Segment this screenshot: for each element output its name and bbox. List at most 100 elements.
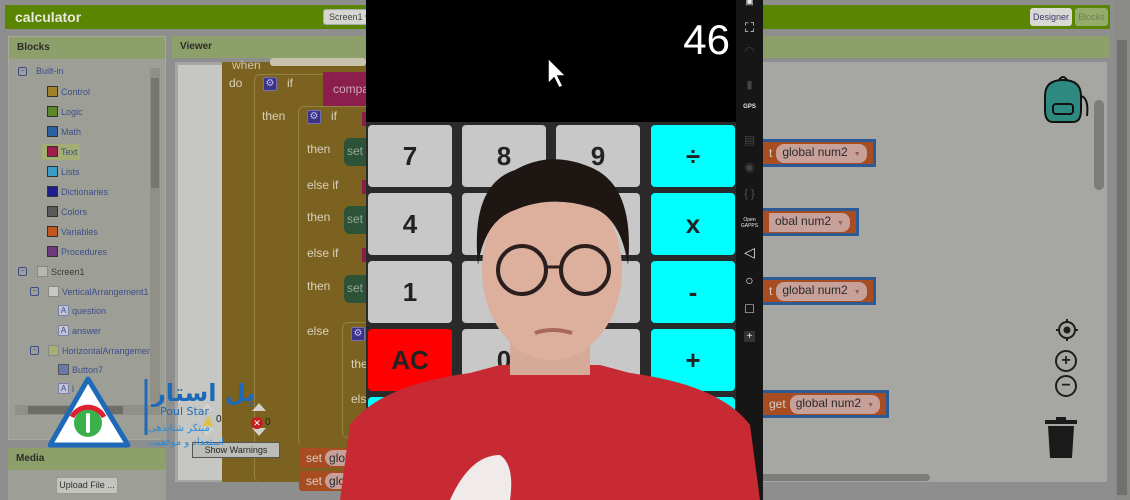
category-label: Dictionaries bbox=[61, 186, 109, 197]
tree-builtin[interactable]: − Built-in bbox=[18, 66, 64, 76]
compare-block[interactable]: compa bbox=[323, 72, 368, 106]
tree-vertical-scroll-thumb[interactable] bbox=[151, 78, 159, 188]
label-icon: A bbox=[58, 325, 69, 336]
get-variable-block[interactable]: t global num2 ▼ bbox=[760, 139, 876, 167]
tree-builtin-label: Built-in bbox=[36, 66, 64, 76]
signal-icon[interactable]: ◠ bbox=[736, 44, 763, 58]
category-color-swatch bbox=[47, 106, 58, 117]
tree-item-answer[interactable]: A answer bbox=[58, 325, 101, 336]
collapse-icon[interactable]: − bbox=[18, 267, 27, 276]
variable-dropdown[interactable]: global num2 ▼ bbox=[789, 394, 881, 414]
set-keyword: set bbox=[306, 474, 323, 488]
category-lists[interactable]: Lists bbox=[47, 166, 80, 177]
sim-icon[interactable]: ▮ bbox=[736, 78, 763, 91]
category-text[interactable]: Text bbox=[47, 146, 78, 157]
category-color-swatch bbox=[47, 206, 58, 217]
horizontal-arrangement-icon bbox=[48, 345, 59, 356]
mouse-cursor-icon bbox=[547, 56, 568, 90]
zoom-in-icon[interactable]: + bbox=[1055, 350, 1077, 372]
workspace-horizontal-scrollbar[interactable] bbox=[760, 474, 930, 481]
then-keyword: then bbox=[307, 279, 331, 293]
tree-screen1-label: Screen1 bbox=[51, 266, 85, 277]
category-color-swatch bbox=[47, 126, 58, 137]
dropdown-caret-icon: ▼ bbox=[853, 150, 861, 158]
zoom-out-icon[interactable]: − bbox=[1055, 375, 1077, 397]
category-label: Math bbox=[61, 126, 82, 137]
channel-logo: پل استار Poul Star مبتکر شتابدهی استعداد… bbox=[48, 376, 255, 448]
blocks-panel-title: Blocks bbox=[9, 37, 165, 59]
category-math[interactable]: Math bbox=[47, 126, 81, 137]
variable-dropdown[interactable]: obal num2 ▼ bbox=[769, 212, 850, 232]
tree-screen1[interactable]: − Screen1 bbox=[18, 266, 85, 277]
media-icon[interactable]: ▤ bbox=[736, 133, 763, 147]
then-keyword: then bbox=[262, 109, 286, 123]
when-keyword: when bbox=[232, 58, 261, 72]
id-icon[interactable]: ▣ bbox=[736, 0, 763, 7]
if-keyword: if bbox=[331, 109, 337, 123]
get-keyword: t bbox=[769, 284, 773, 298]
tree-item-label: answer bbox=[72, 325, 102, 336]
display-value: 46 bbox=[683, 16, 730, 63]
else-if-keyword: else if bbox=[307, 178, 339, 192]
tree-item-label: question bbox=[72, 305, 107, 316]
category-dictionaries[interactable]: Dictionaries bbox=[47, 186, 108, 197]
dropdown-caret-icon: ▼ bbox=[853, 288, 861, 296]
mutator-gear-icon[interactable]: ⚙ bbox=[307, 110, 321, 124]
screen-icon bbox=[37, 266, 48, 277]
recenter-icon[interactable] bbox=[1055, 318, 1079, 342]
category-label: Lists bbox=[61, 166, 80, 177]
variable-dropdown[interactable]: global num2 ▼ bbox=[776, 143, 867, 163]
category-procedures[interactable]: Procedures bbox=[47, 246, 107, 257]
button-icon bbox=[58, 364, 69, 375]
app-title: calculator bbox=[15, 9, 82, 25]
dropdown-caret-icon: ▼ bbox=[867, 401, 875, 409]
collapse-icon[interactable]: − bbox=[30, 287, 39, 296]
calculator-display: 46 bbox=[366, 0, 736, 122]
logo-title-fa: پل استار bbox=[151, 379, 255, 407]
category-label: Procedures bbox=[61, 246, 108, 257]
mutator-gear-icon[interactable]: ⚙ bbox=[263, 77, 277, 91]
tree-item-question[interactable]: A question bbox=[58, 305, 106, 316]
gps-icon[interactable]: GPS bbox=[736, 104, 763, 110]
designer-button[interactable]: Designer bbox=[1030, 8, 1072, 26]
trash-icon[interactable] bbox=[1044, 416, 1078, 460]
fullscreen-icon[interactable]: ⛶ bbox=[736, 20, 763, 36]
page-scroll-thumb[interactable] bbox=[1117, 40, 1127, 495]
category-label: Logic bbox=[61, 106, 83, 117]
get-variable-block[interactable]: obal num2 ▼ bbox=[760, 208, 859, 236]
category-logic[interactable]: Logic bbox=[47, 106, 83, 117]
logo-tagline-1: مبتکر شتابدهی bbox=[148, 423, 210, 434]
tree-item-button7[interactable]: Button7 bbox=[58, 364, 103, 375]
get-keyword: get bbox=[769, 397, 786, 411]
get-variable-block[interactable]: t global num2 ▼ bbox=[760, 277, 876, 305]
set-keyword: set bbox=[306, 451, 323, 465]
get-variable-block[interactable]: get global num2 ▼ bbox=[760, 390, 890, 418]
dropdown-caret-icon: ▼ bbox=[837, 219, 844, 227]
category-control[interactable]: Control bbox=[47, 86, 90, 97]
get-keyword: t bbox=[769, 146, 773, 160]
tree-horizontal-label: HorizontalArrangemen bbox=[62, 345, 153, 356]
collapse-icon[interactable]: − bbox=[18, 66, 27, 76]
do-keyword: do bbox=[229, 76, 243, 90]
category-label: Colors bbox=[61, 206, 88, 217]
if-keyword: if bbox=[287, 76, 293, 90]
else-keyword: else bbox=[307, 324, 330, 338]
blocks-button[interactable]: Blocks bbox=[1075, 8, 1108, 26]
logo-tagline-2: استعداد و موفقیت bbox=[148, 437, 224, 448]
category-color-swatch bbox=[47, 226, 58, 237]
category-colors[interactable]: Colors bbox=[47, 206, 87, 217]
collapse-icon[interactable]: − bbox=[30, 346, 39, 355]
component-dropdown[interactable] bbox=[270, 58, 366, 66]
tree-horizontal-arrangement[interactable]: − HorizontalArrangemen bbox=[30, 345, 152, 356]
category-color-swatch bbox=[47, 166, 58, 177]
category-label: Variables bbox=[61, 226, 98, 237]
category-variables[interactable]: Variables bbox=[47, 226, 98, 237]
variable-dropdown[interactable]: global num2 ▼ bbox=[776, 281, 867, 301]
upload-file-button[interactable]: Upload File ... bbox=[56, 477, 118, 494]
tree-vertical-arrangement[interactable]: − VerticalArrangement1 bbox=[30, 286, 149, 297]
vertical-arrangement-icon bbox=[48, 286, 59, 297]
then-keyword: then bbox=[307, 210, 331, 224]
workspace-vertical-scrollbar[interactable] bbox=[1094, 100, 1104, 190]
backpack-icon[interactable] bbox=[1035, 70, 1093, 128]
category-label: Text bbox=[61, 146, 78, 157]
